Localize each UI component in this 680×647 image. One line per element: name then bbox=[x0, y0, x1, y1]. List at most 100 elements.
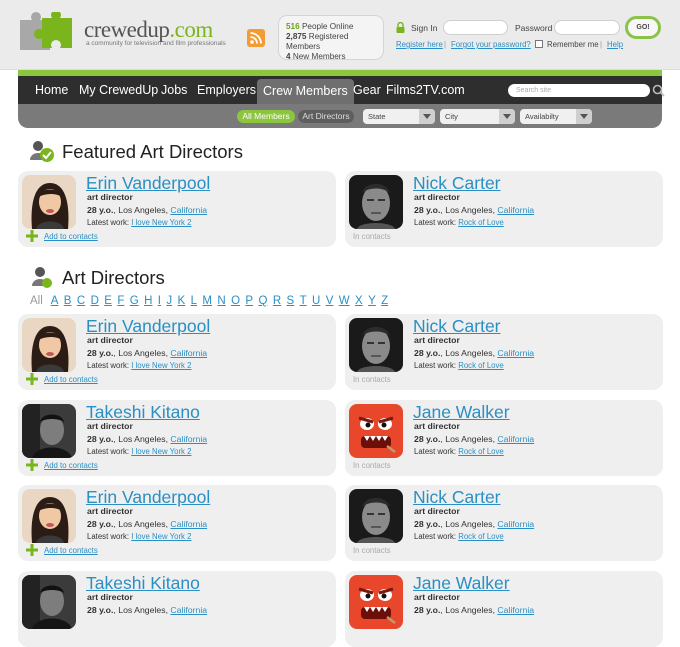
alpha-letter-b[interactable]: B bbox=[64, 295, 72, 307]
member-state-link[interactable]: California bbox=[497, 605, 534, 615]
member-state-link[interactable]: California bbox=[170, 348, 207, 358]
member-name-link[interactable]: Nick Carter bbox=[413, 316, 501, 337]
alpha-letter-r[interactable]: R bbox=[273, 295, 281, 307]
state-select[interactable]: State bbox=[363, 109, 435, 124]
alpha-letter-l[interactable]: L bbox=[191, 295, 197, 307]
member-info: 28 y.o., Los Angeles, California bbox=[87, 205, 208, 215]
member-state-link[interactable]: California bbox=[497, 519, 534, 529]
member-state-link[interactable]: California bbox=[497, 205, 534, 215]
alpha-letter-a[interactable]: A bbox=[51, 295, 59, 307]
password-input[interactable] bbox=[554, 20, 620, 35]
add-to-contacts-link[interactable]: Add to contacts bbox=[44, 461, 98, 470]
member-state-link[interactable]: California bbox=[170, 605, 207, 615]
alpha-letter-u[interactable]: U bbox=[312, 295, 320, 307]
password-label: Password bbox=[515, 23, 553, 33]
avatar[interactable] bbox=[349, 404, 403, 458]
remember-me-checkbox[interactable] bbox=[535, 40, 543, 48]
nav-my-crewedup[interactable]: My CrewedUp bbox=[79, 76, 158, 104]
alpha-letter-g[interactable]: G bbox=[130, 295, 139, 307]
alpha-letter-c[interactable]: C bbox=[77, 295, 85, 307]
add-to-contacts-link[interactable]: Add to contacts bbox=[44, 375, 98, 384]
sub-nav: All Members Art Directors State City Ava… bbox=[18, 104, 662, 128]
alpha-letter-q[interactable]: Q bbox=[258, 295, 267, 307]
alpha-letter-j[interactable]: J bbox=[166, 295, 172, 307]
avatar[interactable] bbox=[349, 318, 403, 372]
avatar[interactable] bbox=[349, 175, 403, 229]
member-name-link[interactable]: Erin Vanderpool bbox=[86, 487, 210, 508]
nav-crew-members[interactable]: Crew Members bbox=[257, 79, 354, 104]
member-name-link[interactable]: Erin Vanderpool bbox=[86, 173, 210, 194]
member-name-link[interactable]: Jane Walker bbox=[413, 573, 510, 594]
member-latest-work: Latest work: I love New York 2 bbox=[87, 532, 191, 541]
nav-jobs[interactable]: Jobs bbox=[161, 76, 187, 104]
member-name-link[interactable]: Jane Walker bbox=[413, 402, 510, 423]
alpha-letter-s[interactable]: S bbox=[287, 295, 295, 307]
latest-work-link[interactable]: Rock of Love bbox=[458, 218, 504, 227]
alpha-letter-y[interactable]: Y bbox=[368, 295, 376, 307]
member-state-link[interactable]: California bbox=[170, 434, 207, 444]
availability-select[interactable]: Availabilty bbox=[520, 109, 592, 124]
avatar[interactable] bbox=[22, 318, 76, 372]
nav-employers[interactable]: Employers bbox=[197, 76, 256, 104]
latest-work-link[interactable]: I love New York 2 bbox=[131, 361, 191, 370]
member-latest-work: Latest work: Rock of Love bbox=[414, 218, 504, 227]
alpha-letter-o[interactable]: O bbox=[231, 295, 240, 307]
alpha-letter-m[interactable]: M bbox=[202, 295, 212, 307]
plus-icon bbox=[26, 544, 38, 556]
member-state-link[interactable]: California bbox=[170, 205, 207, 215]
alpha-letter-n[interactable]: N bbox=[217, 295, 225, 307]
member-name-link[interactable]: Takeshi Kitano bbox=[86, 573, 200, 594]
avatar[interactable] bbox=[22, 175, 76, 229]
alpha-letter-v[interactable]: V bbox=[326, 295, 334, 307]
nav-films2tv[interactable]: Films2TV.com bbox=[386, 76, 465, 104]
member-name-link[interactable]: Takeshi Kitano bbox=[86, 402, 200, 423]
latest-work-link[interactable]: Rock of Love bbox=[458, 447, 504, 456]
alpha-letter-x[interactable]: X bbox=[355, 295, 363, 307]
latest-work-link[interactable]: I love New York 2 bbox=[131, 218, 191, 227]
latest-work-link[interactable]: Rock of Love bbox=[458, 532, 504, 541]
alpha-all[interactable]: All bbox=[30, 295, 43, 307]
puzzle-logo-icon[interactable] bbox=[18, 12, 76, 52]
forgot-password-link[interactable]: Forgot your password? bbox=[451, 40, 531, 49]
alpha-letter-w[interactable]: W bbox=[339, 295, 350, 307]
latest-work-link[interactable]: I love New York 2 bbox=[131, 447, 191, 456]
nav-gear[interactable]: Gear bbox=[353, 76, 381, 104]
go-button[interactable]: GO! bbox=[625, 16, 661, 39]
latest-work-link[interactable]: I love New York 2 bbox=[131, 532, 191, 541]
alpha-letter-d[interactable]: D bbox=[91, 295, 99, 307]
latest-work-link[interactable]: Rock of Love bbox=[458, 361, 504, 370]
avatar[interactable] bbox=[22, 489, 76, 543]
help-link[interactable]: Help bbox=[607, 40, 623, 49]
alpha-letter-h[interactable]: H bbox=[144, 295, 152, 307]
member-name-link[interactable]: Nick Carter bbox=[413, 487, 501, 508]
add-to-contacts-link[interactable]: Add to contacts bbox=[44, 546, 98, 555]
tab-art-directors[interactable]: Art Directors bbox=[298, 110, 354, 123]
avatar[interactable] bbox=[22, 404, 76, 458]
member-name-link[interactable]: Nick Carter bbox=[413, 173, 501, 194]
search-icon[interactable] bbox=[652, 84, 665, 97]
avatar[interactable] bbox=[22, 575, 76, 629]
site-search-input[interactable]: Search site bbox=[508, 84, 650, 97]
in-contacts-label: In contacts bbox=[353, 232, 391, 241]
alpha-letter-z[interactable]: Z bbox=[381, 295, 388, 307]
member-info: 28 y.o., Los Angeles, California bbox=[414, 605, 535, 615]
alpha-letter-p[interactable]: P bbox=[245, 295, 253, 307]
member-state-link[interactable]: California bbox=[170, 519, 207, 529]
nav-home[interactable]: Home bbox=[35, 76, 68, 104]
member-state-link[interactable]: California bbox=[497, 348, 534, 358]
alpha-letter-e[interactable]: E bbox=[104, 295, 112, 307]
alpha-letter-k[interactable]: K bbox=[178, 295, 186, 307]
avatar[interactable] bbox=[349, 575, 403, 629]
member-state-link[interactable]: California bbox=[497, 434, 534, 444]
rss-icon[interactable] bbox=[247, 29, 265, 47]
alpha-letter-t[interactable]: T bbox=[300, 295, 307, 307]
add-to-contacts-link[interactable]: Add to contacts bbox=[44, 232, 98, 241]
avatar[interactable] bbox=[349, 489, 403, 543]
alpha-letter-f[interactable]: F bbox=[117, 295, 124, 307]
tab-all-members[interactable]: All Members bbox=[237, 110, 295, 123]
register-link[interactable]: Register here bbox=[396, 40, 443, 49]
member-name-link[interactable]: Erin Vanderpool bbox=[86, 316, 210, 337]
alpha-letter-i[interactable]: I bbox=[158, 295, 161, 307]
city-select[interactable]: City bbox=[440, 109, 515, 124]
username-input[interactable] bbox=[443, 20, 508, 35]
